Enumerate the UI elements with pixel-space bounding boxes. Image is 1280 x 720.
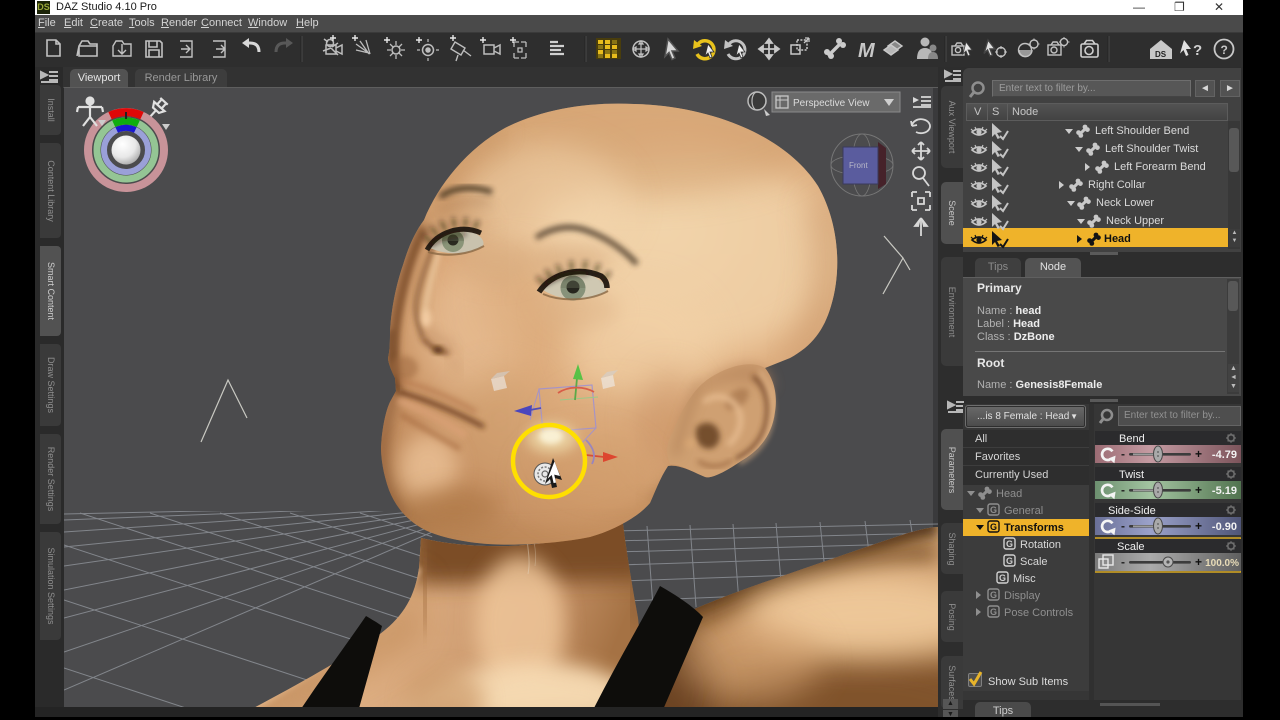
svg-text:DS: DS [1155, 50, 1167, 59]
svg-text:Display: Display [1004, 590, 1041, 602]
svg-text:Perspective View: Perspective View [793, 98, 870, 109]
svg-text:Neck Lower: Neck Lower [1096, 197, 1154, 209]
svg-text:Pose Controls: Pose Controls [1004, 607, 1074, 619]
svg-text:?: ? [1193, 42, 1202, 59]
svg-text:-: - [1121, 483, 1125, 497]
svg-text:Left Shoulder Twist: Left Shoulder Twist [1105, 143, 1198, 155]
svg-text:Scale: Scale [1020, 556, 1048, 568]
svg-text:Neck Upper: Neck Upper [1106, 215, 1164, 227]
svg-text:?: ? [1221, 43, 1228, 57]
svg-text:-4.79: -4.79 [1212, 449, 1237, 461]
svg-text:Front: Front [849, 161, 868, 170]
svg-text:Transforms: Transforms [1004, 522, 1064, 534]
svg-text:Left Forearm Bend: Left Forearm Bend [1114, 161, 1206, 173]
svg-text:-0.90: -0.90 [1212, 521, 1237, 533]
svg-text:-: - [1121, 519, 1125, 533]
svg-text:+: + [1195, 519, 1202, 533]
svg-text:+: + [1195, 483, 1202, 497]
svg-text:-: - [1121, 447, 1125, 461]
svg-text:Right Collar: Right Collar [1088, 179, 1146, 191]
svg-text:M: M [858, 40, 876, 62]
svg-text:+: + [1195, 447, 1202, 461]
svg-text:-: - [1121, 555, 1125, 569]
svg-text:+: + [1195, 555, 1202, 569]
svg-text:Scale: Scale [1117, 541, 1145, 553]
svg-text:Misc: Misc [1013, 573, 1036, 585]
svg-text:General: General [1004, 505, 1043, 517]
svg-text:Head: Head [1104, 233, 1131, 245]
svg-text:Bend: Bend [1119, 433, 1145, 445]
svg-text:Head: Head [996, 488, 1022, 500]
svg-text:-5.19: -5.19 [1212, 485, 1237, 497]
svg-text:Side-Side: Side-Side [1108, 505, 1156, 517]
svg-text:100.0%: 100.0% [1205, 558, 1239, 569]
svg-text:Left Shoulder Bend: Left Shoulder Bend [1095, 125, 1189, 137]
svg-text:Twist: Twist [1119, 469, 1144, 481]
svg-text:Rotation: Rotation [1020, 539, 1061, 551]
